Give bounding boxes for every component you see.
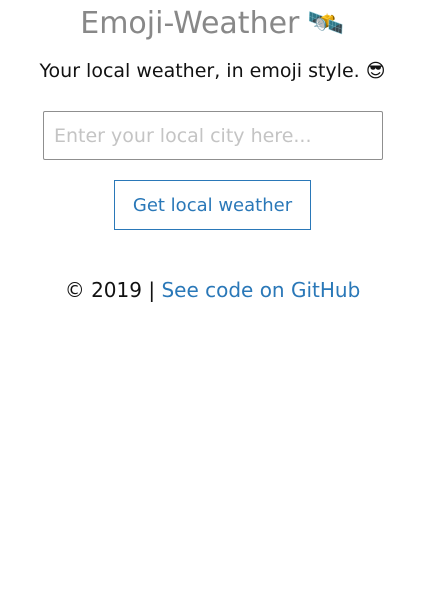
title-text: Emoji-Weather xyxy=(80,6,300,41)
page: Emoji-Weather 🛰️ Your local weather, in e… xyxy=(0,0,425,600)
page-title: Emoji-Weather 🛰️ xyxy=(0,4,425,44)
city-search-input[interactable] xyxy=(43,111,383,160)
tagline: Your local weather, in emoji style. 😎 xyxy=(39,60,386,82)
github-link[interactable]: See code on GitHub xyxy=(161,278,360,302)
get-local-weather-button[interactable]: Get local weather xyxy=(114,180,311,230)
copyright-text: © 2019 | xyxy=(64,278,162,302)
footer: © 2019 | See code on GitHub xyxy=(0,277,425,303)
satellite-icon: 🛰️ xyxy=(307,6,345,41)
